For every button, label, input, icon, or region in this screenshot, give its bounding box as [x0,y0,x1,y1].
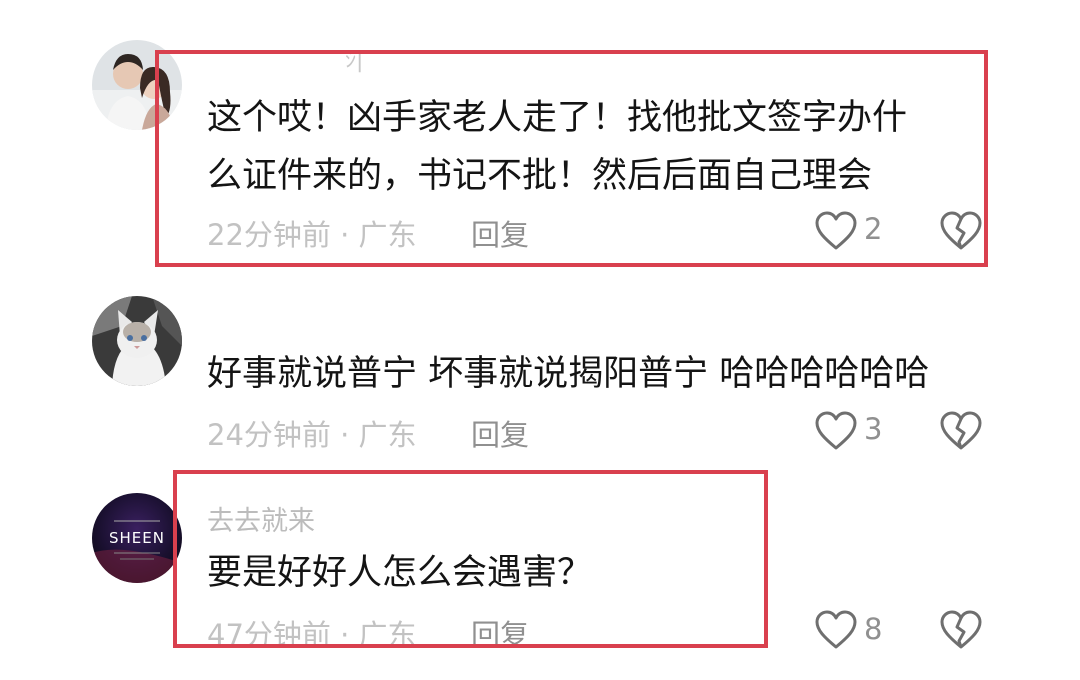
comment-username[interactable]: 去去就来 [207,499,315,538]
avatar-logo-text: SHEEN [109,529,165,547]
comment-text: 好事就说普宁 坏事就说揭阳普宁 哈哈哈哈哈哈 [207,354,930,394]
cutoff-username-fragment: ｼ| [345,48,364,73]
avatar[interactable] [92,296,182,386]
heart-outline-icon[interactable] [814,610,858,650]
avatar[interactable]: SHEEN [92,493,182,583]
comment-time-location: 24分钟前 · 广东 [207,418,417,452]
reply-button[interactable]: 回复 [471,212,529,254]
comment-text-line: 这个哎！凶手家老人走了！找他批文签字办什 [207,98,908,138]
reply-button[interactable]: 回复 [471,412,529,454]
heart-outline-icon[interactable] [814,411,858,451]
like-count: 2 [864,212,883,246]
cat-photo-icon [92,296,182,386]
broken-heart-icon[interactable] [940,211,982,251]
heart-outline-icon[interactable] [814,211,858,251]
broken-heart-icon[interactable] [940,610,982,650]
like-count: 8 [864,612,883,646]
comment-text: 要是好好人怎么会遇害？ [207,553,593,593]
broken-heart-icon[interactable] [940,411,982,451]
sheen-logo-icon: SHEEN [92,493,182,583]
comment-text-line: 么证件来的，书记不批！然后后面自己理会 [207,156,873,196]
comment-time-location: 47分钟前 · 广东 [207,618,417,652]
avatar[interactable] [92,40,182,130]
reply-button[interactable]: 回复 [471,612,529,654]
comment-time-location: 22分钟前 · 广东 [207,218,417,252]
couple-photo-icon [92,40,182,130]
like-count: 3 [864,412,883,446]
